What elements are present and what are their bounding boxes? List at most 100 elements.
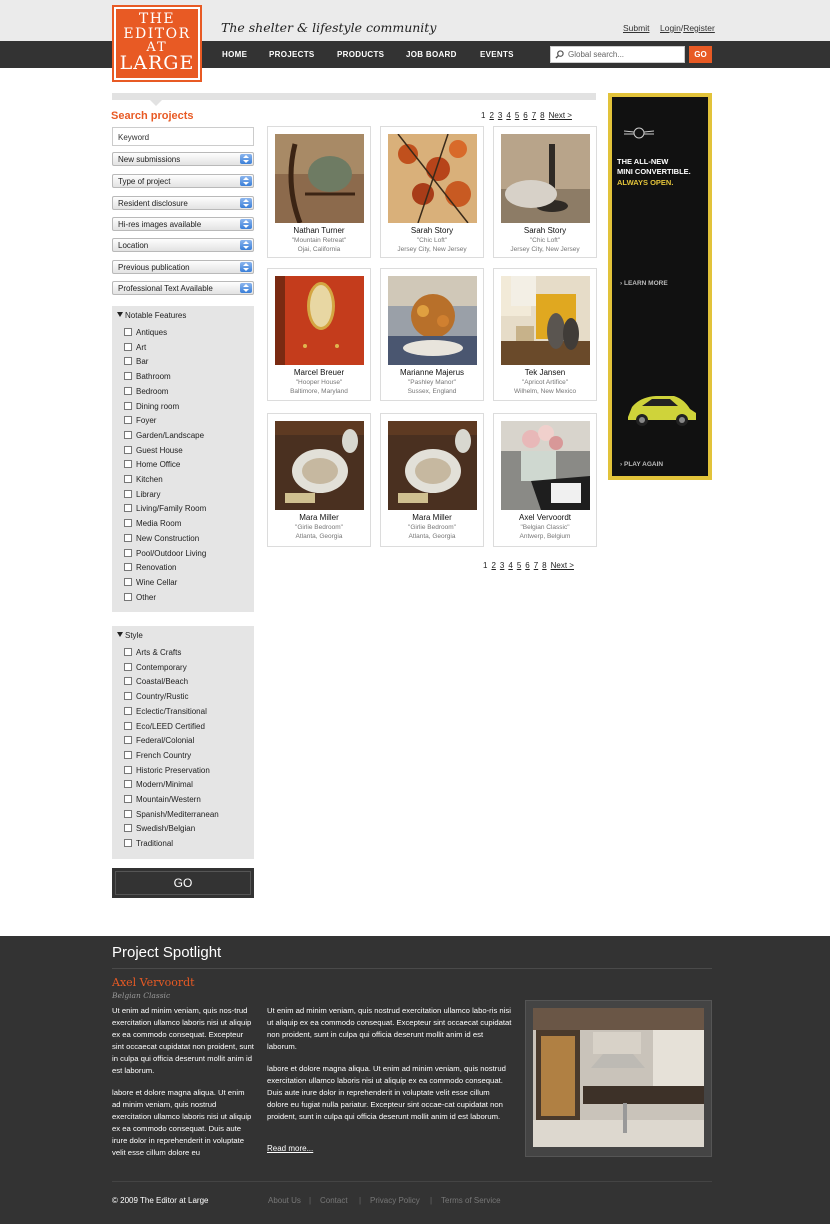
checkbox[interactable] (124, 780, 132, 789)
mini-ad-banner[interactable]: THE ALL-NEW MINI CONVERTIBLE. ALWAYS OPE… (608, 93, 712, 480)
project-designer[interactable]: Marcel Breuer (268, 368, 370, 377)
project-card[interactable]: Nathan Turner "Mountain Retreat" Ojai, Cal… (267, 126, 371, 258)
checkbox[interactable] (124, 430, 132, 439)
checkbox[interactable] (124, 416, 132, 425)
dropdown-new-submissions[interactable]: New submissions (112, 152, 254, 166)
nav-projects[interactable]: PROJECTS (269, 50, 315, 59)
checkbox-row[interactable]: Pool/Outdoor Living (124, 548, 206, 561)
site-logo[interactable]: THE EDITOR AT LARGE (112, 5, 202, 82)
page-link-6[interactable]: 6 (523, 111, 527, 120)
checkbox[interactable] (124, 460, 132, 469)
footer-link-terms[interactable]: Terms of Service (441, 1196, 501, 1205)
dropdown-hi-res-images[interactable]: Hi-res images available (112, 217, 254, 231)
project-thumbnail[interactable] (388, 421, 477, 510)
checkbox-row[interactable]: Bathroom (124, 372, 171, 384)
checkbox[interactable] (124, 809, 132, 818)
project-thumbnail[interactable] (275, 421, 364, 510)
filter-go-button[interactable]: GO (112, 868, 254, 898)
project-thumbnail[interactable] (501, 276, 590, 365)
checkbox[interactable] (124, 342, 132, 351)
register-link[interactable]: Register (683, 23, 715, 33)
project-thumbnail[interactable] (501, 421, 590, 510)
checkbox-row[interactable]: Arts & Crafts (124, 648, 181, 660)
kitchen-photo[interactable] (533, 1008, 704, 1147)
project-designer[interactable]: Mara Miller (268, 513, 370, 522)
checkbox-row[interactable]: Media Room (124, 519, 181, 531)
checkbox[interactable] (124, 736, 132, 745)
next-page-link[interactable]: Next > (549, 111, 572, 120)
checkbox[interactable] (124, 489, 132, 498)
checkbox[interactable] (124, 519, 132, 528)
checkbox-row[interactable]: New Construction (124, 533, 199, 546)
checkbox-row[interactable]: Modern/Minimal (124, 780, 193, 792)
checkbox-row[interactable]: Dining room (124, 401, 179, 414)
checkbox-row[interactable]: Coastal/Beach (124, 677, 188, 689)
global-search-input[interactable]: Global search... (550, 46, 685, 63)
project-designer[interactable]: Nathan Turner (268, 226, 370, 235)
spotlight-designer[interactable]: Axel Vervoordt (112, 976, 195, 989)
checkbox-row[interactable]: Renovation (124, 563, 176, 575)
checkbox-row[interactable]: Country/Rustic (124, 692, 188, 704)
checkbox[interactable] (124, 372, 132, 381)
checkbox-row[interactable]: Home Office (124, 460, 180, 472)
checkbox-row[interactable]: Other (124, 592, 156, 605)
page-link-7[interactable]: 7 (532, 111, 536, 120)
checkbox-row[interactable]: French Country (124, 750, 191, 763)
notable-features-toggle[interactable]: Notable Features (117, 311, 186, 320)
page-link-4[interactable]: 4 (508, 561, 512, 570)
checkbox[interactable] (124, 839, 132, 848)
checkbox[interactable] (124, 533, 132, 542)
nav-products[interactable]: PRODUCTS (337, 50, 384, 59)
dropdown-previous-publication[interactable]: Previous publication (112, 260, 254, 274)
page-link-2[interactable]: 2 (491, 561, 495, 570)
checkbox-row[interactable]: Historic Preservation (124, 765, 210, 778)
page-link-3[interactable]: 3 (500, 561, 504, 570)
page-link-8[interactable]: 8 (542, 561, 546, 570)
checkbox[interactable] (124, 721, 132, 730)
style-toggle[interactable]: Style (117, 631, 143, 640)
dropdown-type-of-project[interactable]: Type of project (112, 174, 254, 188)
checkbox[interactable] (124, 475, 132, 483)
checkbox[interactable] (124, 577, 132, 586)
checkbox[interactable] (124, 401, 132, 410)
nav-home[interactable]: HOME (222, 50, 247, 59)
checkbox-row[interactable]: Library (124, 489, 160, 502)
footer-link-about[interactable]: About Us (268, 1196, 301, 1205)
page-link-5[interactable]: 5 (517, 561, 521, 570)
project-designer[interactable]: Axel Vervoordt (494, 513, 596, 522)
project-card[interactable]: Mara Miller "Girlie Bedroom" Atlanta, Geor… (267, 413, 371, 547)
checkbox-row[interactable]: Garden/Landscape (124, 430, 204, 443)
next-page-link[interactable]: Next > (551, 561, 574, 570)
project-card[interactable]: Mara Miller "Girlie Bedroom" Atlanta, Geor… (380, 413, 484, 547)
checkbox-row[interactable]: Art (124, 342, 146, 355)
checkbox-row[interactable]: Bar (124, 357, 148, 369)
checkbox[interactable] (124, 750, 132, 759)
checkbox[interactable] (124, 824, 132, 833)
checkbox-row[interactable]: Foyer (124, 416, 156, 428)
checkbox[interactable] (124, 592, 132, 601)
project-card[interactable]: Sarah Story "Chic Loft" Jersey City, New J… (493, 126, 597, 258)
checkbox[interactable] (124, 328, 132, 336)
nav-job-board[interactable]: JOB BOARD (406, 50, 457, 59)
checkbox[interactable] (124, 563, 132, 572)
checkbox[interactable] (124, 706, 132, 715)
project-card[interactable]: Marianne Majerus "Pashley Manor" Sussex, E… (380, 268, 484, 401)
ad-learn-more[interactable]: › LEARN MORE (620, 280, 668, 287)
checkbox-row[interactable]: Antiques (124, 328, 167, 340)
checkbox-row[interactable]: Traditional (124, 839, 173, 851)
checkbox-row[interactable]: Wine Cellar (124, 577, 177, 590)
checkbox[interactable] (124, 765, 132, 774)
page-link-7[interactable]: 7 (534, 561, 538, 570)
project-thumbnail[interactable] (388, 276, 477, 365)
project-card[interactable]: Sarah Story "Chic Loft" Jersey City, New J… (380, 126, 484, 258)
page-link-3[interactable]: 3 (498, 111, 502, 120)
submit-link[interactable]: Submit (623, 23, 649, 33)
ad-play-again[interactable]: › PLAY AGAIN (620, 461, 663, 468)
checkbox-row[interactable]: Eclectic/Transitional (124, 706, 207, 719)
checkbox-row[interactable]: Guest House (124, 445, 183, 458)
page-link-6[interactable]: 6 (525, 561, 529, 570)
project-thumbnail[interactable] (275, 134, 364, 223)
page-link-5[interactable]: 5 (515, 111, 519, 120)
checkbox-row[interactable]: Living/Family Room (124, 504, 206, 516)
search-go-button[interactable]: GO (689, 46, 712, 63)
